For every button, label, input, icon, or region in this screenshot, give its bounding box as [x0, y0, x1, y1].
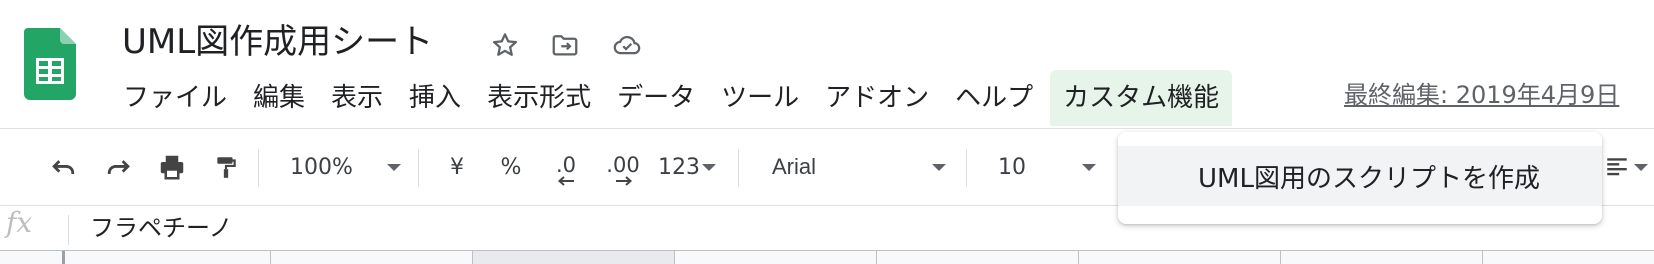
arrow-left-icon: [557, 176, 574, 186]
chevron-down-icon: [1634, 163, 1648, 171]
menu-bar: ファイル 編集 表示 挿入 表示形式 データ ツール アドオン ヘルプ カスタム…: [110, 70, 1233, 126]
fx-label: fx: [6, 206, 33, 239]
cloud-saved-icon[interactable]: [610, 28, 644, 62]
document-title[interactable]: UML図作成用シート: [122, 18, 433, 66]
font-family-select[interactable]: Arial: [772, 129, 946, 205]
menu-custom-functions[interactable]: カスタム機能: [1050, 70, 1233, 126]
redo-icon[interactable]: [98, 129, 138, 205]
menu-help[interactable]: ヘルプ: [942, 70, 1046, 126]
format-percent-button[interactable]: %: [498, 129, 524, 205]
chevron-down-icon: [702, 163, 716, 171]
more-formats-select[interactable]: 123: [658, 129, 720, 205]
menu-addons[interactable]: アドオン: [812, 70, 942, 126]
formula-bar-separator: [68, 215, 69, 245]
column-header-divider: [876, 251, 877, 264]
menu-item-label: UML図用のスクリプトを作成: [1198, 163, 1540, 194]
formula-input[interactable]: フラペチーノ: [90, 210, 233, 246]
zoom-select[interactable]: 100%: [290, 129, 401, 205]
star-icon[interactable]: [488, 28, 522, 62]
column-header-divider: [1280, 251, 1281, 264]
last-edit-link[interactable]: 最終編集: 2019年4月9日: [1344, 70, 1619, 120]
chevron-down-icon: [386, 163, 401, 171]
menu-edit[interactable]: 編集: [240, 70, 318, 126]
toolbar-separator: [966, 149, 967, 187]
align-left-icon: [1607, 158, 1627, 176]
arrow-right-icon: [616, 176, 633, 186]
horizontal-align-select[interactable]: [1604, 129, 1648, 205]
menu-format[interactable]: 表示形式: [474, 70, 604, 126]
chevron-down-icon: [932, 163, 946, 171]
toolbar-separator: [738, 149, 739, 187]
column-header-divider: [472, 251, 473, 264]
menu-item-create-uml-script[interactable]: UML図用のスクリプトを作成: [1118, 146, 1602, 206]
format-currency-button[interactable]: ¥: [444, 129, 470, 205]
column-header-row: [0, 251, 1654, 264]
menu-data[interactable]: データ: [604, 70, 708, 126]
increase-decimal-button[interactable]: .00: [602, 129, 644, 205]
menu-tools[interactable]: ツール: [708, 70, 812, 126]
chevron-down-icon: [1082, 163, 1096, 171]
selected-column-header[interactable]: [472, 251, 674, 264]
sheets-logo-icon[interactable]: [24, 28, 76, 100]
decrease-decimal-button[interactable]: .0: [548, 129, 584, 205]
undo-icon[interactable]: [44, 129, 84, 205]
paint-format-icon[interactable]: [208, 129, 244, 205]
column-header-divider: [62, 251, 65, 264]
font-size-select[interactable]: 10: [998, 129, 1096, 205]
column-header-divider: [270, 251, 271, 264]
toolbar-separator: [258, 149, 259, 187]
column-header-divider: [674, 251, 675, 264]
menu-view[interactable]: 表示: [318, 70, 396, 126]
custom-functions-dropdown: UML図用のスクリプトを作成: [1118, 132, 1602, 224]
move-to-folder-icon[interactable]: [548, 28, 582, 62]
column-header-divider: [1078, 251, 1079, 264]
menu-insert[interactable]: 挿入: [396, 70, 474, 126]
toolbar-separator: [418, 149, 419, 187]
print-icon[interactable]: [152, 129, 192, 205]
column-header-divider: [1482, 251, 1483, 264]
menu-file[interactable]: ファイル: [110, 70, 240, 126]
zoom-value: 100%: [290, 154, 353, 180]
